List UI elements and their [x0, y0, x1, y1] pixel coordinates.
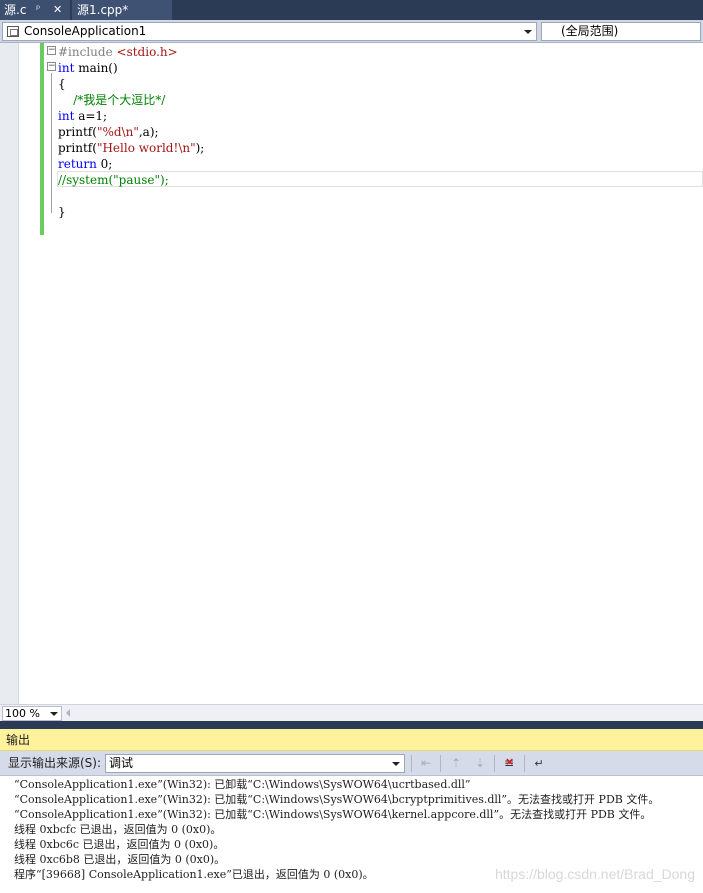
- code-token: <stdio.h>: [116, 45, 178, 59]
- code-token: printf(: [58, 125, 97, 139]
- indicator-margin[interactable]: [0, 43, 19, 704]
- close-icon[interactable]: ✕: [53, 0, 62, 20]
- code-token: /*我是个大逗比*/: [58, 93, 166, 107]
- code-line[interactable]: printf("Hello world!\n");: [58, 140, 204, 156]
- code-line[interactable]: /*我是个大逗比*/: [58, 92, 165, 108]
- code-line[interactable]: //system("pause");: [58, 172, 169, 188]
- code-token: ,a);: [138, 125, 159, 139]
- find-message-in-code-button[interactable]: ⇤: [417, 755, 435, 772]
- code-line[interactable]: int main(): [58, 60, 118, 76]
- output-line: 线程 0xc6b8 已退出，返回值为 0 (0x0)。: [14, 853, 226, 866]
- project-scope-value: ConsoleApplication1: [24, 24, 147, 38]
- output-toolbar: 显示输出来源(S): 调试 ⇤ ⇡ ⇣ ≡ × ↵: [0, 751, 703, 776]
- output-line: “ConsoleApplication1.exe”(Win32): 已加载“C:…: [14, 808, 652, 821]
- tab-yuan1-cpp[interactable]: 源1.cpp*: [72, 0, 172, 20]
- code-token: {: [58, 77, 66, 91]
- collapse-icon[interactable]: −: [47, 46, 56, 55]
- code-editor[interactable]: − − #include <stdio.h> int main(){ /*我是个大…: [0, 43, 703, 704]
- clear-x-icon: ×: [505, 755, 515, 768]
- chevron-down-icon: [524, 30, 532, 34]
- zoom-value: 100 %: [5, 707, 40, 720]
- code-token: return: [58, 157, 97, 171]
- code-token: "%d\n": [96, 125, 139, 139]
- code-token: "Hello world!\n": [96, 141, 196, 155]
- tab-label: 源1.cpp*: [77, 3, 129, 17]
- code-token: #include: [58, 45, 117, 59]
- previous-message-button[interactable]: ⇡: [447, 755, 465, 772]
- output-panel-header: 输出: [0, 729, 703, 751]
- pin-icon[interactable]: ᵖ: [36, 0, 40, 20]
- watermark: https://blog.csdn.net/Brad_Dong: [494, 866, 695, 882]
- code-line[interactable]: {: [58, 76, 66, 92]
- toolbar-separator: [524, 755, 525, 772]
- change-tracking-bar: [40, 43, 44, 235]
- output-line: 程序“[39668] ConsoleApplication1.exe”已退出，返…: [14, 868, 374, 881]
- code-line[interactable]: }: [58, 204, 66, 220]
- toolbar-separator: [411, 755, 412, 772]
- output-source-dropdown[interactable]: 调试: [105, 754, 405, 773]
- scroll-left-icon[interactable]: [66, 709, 70, 717]
- code-token: printf(: [58, 141, 97, 155]
- output-line: “ConsoleApplication1.exe”(Win32): 已卸载“C:…: [14, 778, 471, 791]
- code-line[interactable]: #include <stdio.h>: [58, 44, 178, 60]
- code-token: 0;: [96, 157, 113, 171]
- code-line[interactable]: printf("%d\n",a);: [58, 124, 159, 140]
- code-token: );: [195, 141, 205, 155]
- outline-guide: [51, 73, 52, 213]
- panel-splitter[interactable]: [0, 721, 703, 729]
- tab-label: 源.c: [4, 3, 27, 17]
- document-tab-bar: 源.c ᵖ ✕ 源1.cpp*: [0, 0, 703, 20]
- navigation-bar: ConsoleApplication1 (全局范围): [0, 20, 703, 43]
- code-line[interactable]: return 0;: [58, 156, 112, 172]
- output-panel-title: 输出: [6, 733, 31, 747]
- project-icon: [7, 26, 19, 37]
- member-scope-value: (全局范围): [561, 24, 619, 38]
- toolbar-separator: [494, 755, 495, 772]
- next-message-button[interactable]: ⇣: [471, 755, 489, 772]
- code-token: //system("pause");: [58, 173, 169, 187]
- code-token: main(): [74, 61, 118, 75]
- output-line: 线程 0xbcfc 已退出，返回值为 0 (0x0)。: [14, 823, 222, 836]
- output-line: 线程 0xbc6c 已退出，返回值为 0 (0x0)。: [14, 838, 225, 851]
- output-source-label: 显示输出来源(S):: [8, 756, 102, 770]
- code-line[interactable]: int a=1;: [58, 108, 107, 124]
- editor-status-bar: 100 %: [0, 704, 703, 721]
- word-wrap-toggle-button[interactable]: ↵: [530, 755, 548, 772]
- member-scope-dropdown[interactable]: (全局范围): [541, 22, 701, 41]
- tab-yuan-c[interactable]: 源.c ᵖ ✕: [0, 0, 70, 20]
- chevron-down-icon: [50, 712, 58, 716]
- zoom-dropdown[interactable]: 100 %: [2, 706, 62, 721]
- code-token: a=1;: [74, 109, 108, 123]
- code-token: }: [58, 205, 66, 219]
- project-scope-dropdown[interactable]: ConsoleApplication1: [2, 22, 537, 41]
- output-source-value: 调试: [109, 756, 134, 770]
- toolbar-separator: [440, 755, 441, 772]
- code-token: int: [58, 109, 75, 123]
- chevron-down-icon: [392, 762, 400, 766]
- clear-all-button[interactable]: ≡ ×: [500, 755, 518, 772]
- output-line: “ConsoleApplication1.exe”(Win32): 已加载“C:…: [14, 793, 660, 806]
- code-token: int: [58, 61, 75, 75]
- collapse-icon[interactable]: −: [47, 62, 56, 71]
